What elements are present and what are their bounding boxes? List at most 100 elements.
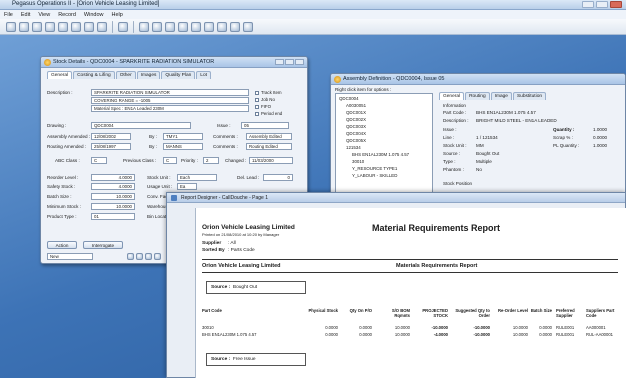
description-line-1[interactable]: SPARKRITE RADIATION SIMULATOR xyxy=(91,89,249,96)
routing-amended-field[interactable]: 25/08/1997 xyxy=(91,143,131,150)
tab-image[interactable]: Image xyxy=(490,92,512,100)
row-cell: RULE001 xyxy=(556,325,575,330)
fifo-checkbox[interactable]: FIFO xyxy=(255,104,271,109)
tree-node[interactable]: A0030051 xyxy=(346,103,366,108)
report-company: Orion Vehicle Leasing Limited xyxy=(202,224,295,231)
minimum-stock-field[interactable]: 10.0000 xyxy=(91,203,135,210)
routing-by-field[interactable]: MANNS xyxy=(163,143,203,150)
tab-routing[interactable]: Routing xyxy=(465,92,490,100)
report-window-icon xyxy=(171,195,177,201)
action-button[interactable]: Action xyxy=(47,241,77,249)
batch-size-field[interactable]: 10.0000 xyxy=(91,193,135,200)
safety-stock-field[interactable]: 4.0000 xyxy=(91,183,135,190)
issue-field[interactable]: 05 xyxy=(241,122,289,129)
search-icon[interactable] xyxy=(139,21,149,32)
last-record-icon[interactable] xyxy=(154,253,161,260)
toolbar-separator xyxy=(133,20,134,33)
report-window-title: Report Designer - CallDouche - Page 1 xyxy=(181,195,268,201)
tree-node[interactable]: QDC003X xyxy=(346,124,366,129)
settings-icon[interactable] xyxy=(178,21,188,32)
tree-node[interactable]: 30010 xyxy=(352,159,364,164)
refresh-icon[interactable] xyxy=(145,253,152,260)
filter-icon[interactable] xyxy=(204,21,214,32)
close-button[interactable] xyxy=(295,59,304,65)
source-label: Source : xyxy=(443,151,461,156)
refresh-icon[interactable] xyxy=(230,21,240,32)
usage-unit-label: Usage Unit : xyxy=(147,184,173,189)
print-icon[interactable] xyxy=(152,21,162,32)
maximize-button[interactable] xyxy=(596,1,608,8)
star-icon[interactable] xyxy=(243,21,253,32)
tab-substitution[interactable]: Substitution xyxy=(512,92,547,100)
first-record-icon[interactable] xyxy=(58,21,68,32)
tab-general[interactable]: General xyxy=(439,92,465,100)
period-end-checkbox[interactable]: Period end xyxy=(255,111,282,116)
menu-record[interactable]: Record xyxy=(58,12,76,18)
assembly-tree[interactable]: QDC0004 A0030051 QDC001X QDC002X QDC003X… xyxy=(335,93,433,203)
app-window-controls xyxy=(582,1,622,8)
previous-record-icon[interactable] xyxy=(71,21,81,32)
comments-field[interactable]: Assembly Edited xyxy=(246,133,292,140)
help-icon[interactable] xyxy=(118,21,128,32)
last-record-icon[interactable] xyxy=(97,21,107,32)
abc-class-select[interactable]: C xyxy=(91,157,107,164)
tab-costing[interactable]: Costing & Lifing xyxy=(73,71,115,79)
assembly-amended-field[interactable]: 12/08/2002 xyxy=(91,133,131,140)
report-heading-2: Materials Requirements Report xyxy=(396,263,478,269)
minimize-button[interactable] xyxy=(582,1,594,8)
interrogate-button[interactable]: Interrogate xyxy=(83,241,123,249)
tab-quality-plan[interactable]: Quality Plan xyxy=(161,71,196,79)
tab-general[interactable]: General xyxy=(47,71,73,79)
job-no-checkbox[interactable]: Job No xyxy=(255,97,275,102)
col-projected-stock: PROJECTED STOCK xyxy=(422,308,448,318)
description-line-2[interactable]: COVERING RANGE = -1005 xyxy=(91,97,249,104)
menu-help[interactable]: Help xyxy=(111,12,122,18)
priority-select[interactable]: 2 xyxy=(203,157,219,164)
tree-node[interactable]: Y_LABOUR - SKILLED xyxy=(352,173,397,178)
description-line-3[interactable]: Material Spec : EN1A Leaded 230M xyxy=(91,105,249,112)
maximize-button[interactable] xyxy=(285,59,294,65)
routing-comments-field[interactable]: Routing Edited xyxy=(246,143,292,150)
preview-icon[interactable] xyxy=(165,21,175,32)
next-record-icon[interactable] xyxy=(84,21,94,32)
close-button[interactable] xyxy=(610,1,622,8)
del-lead-field[interactable]: 0 xyxy=(263,174,293,181)
tree-node[interactable]: QDC001X xyxy=(346,110,366,115)
rule-line xyxy=(202,272,618,273)
tree-node[interactable]: 121534 xyxy=(346,145,361,150)
track-item-checkbox[interactable]: Track Item xyxy=(255,90,282,95)
calendar-icon[interactable] xyxy=(191,21,201,32)
product-type-select[interactable]: 01 xyxy=(91,213,135,220)
next-record-icon[interactable] xyxy=(136,253,143,260)
cut-icon[interactable] xyxy=(19,21,29,32)
tree-node[interactable]: QDC002X xyxy=(346,117,366,122)
first-record-icon[interactable] xyxy=(127,253,134,260)
stock-unit-select[interactable]: Each xyxy=(177,174,217,181)
menu-view[interactable]: View xyxy=(38,12,50,18)
tree-node[interactable]: QDC005X xyxy=(346,138,366,143)
description-label: Description : xyxy=(47,90,73,95)
tree-node[interactable]: BHS EN1AL230M 1.075 4.57 xyxy=(352,152,409,157)
new-icon[interactable] xyxy=(6,21,16,32)
tree-node[interactable]: Y_RESOURCE TYPE1 xyxy=(352,166,397,171)
menu-window[interactable]: Window xyxy=(84,12,104,18)
previous-class-field[interactable]: C xyxy=(163,157,177,164)
menu-edit[interactable]: Edit xyxy=(21,12,30,18)
changed-field[interactable]: 11/03/2000 xyxy=(249,157,293,164)
amended-by-field[interactable]: TMY1 xyxy=(163,133,203,140)
arrow-icon[interactable] xyxy=(217,21,227,32)
usage-unit-field[interactable]: Ea xyxy=(177,183,197,190)
tab-images[interactable]: Images xyxy=(136,71,161,79)
row-cell: -10.0000 xyxy=(473,332,490,337)
copy-icon[interactable] xyxy=(32,21,42,32)
tree-node[interactable]: QDC0004 xyxy=(339,96,359,101)
tab-other[interactable]: Other xyxy=(115,71,136,79)
drawing-field[interactable]: QDC0004 xyxy=(91,122,191,129)
paste-icon[interactable] xyxy=(45,21,55,32)
tab-lot[interactable]: Lot xyxy=(196,71,211,79)
menu-file[interactable]: File xyxy=(4,12,13,18)
reorder-level-field[interactable]: 4.0000 xyxy=(91,174,135,181)
tree-node[interactable]: QDC004X xyxy=(346,131,366,136)
minimize-button[interactable] xyxy=(275,59,284,65)
col-suppliers-part-code: Suppliers Part Code xyxy=(586,308,615,318)
